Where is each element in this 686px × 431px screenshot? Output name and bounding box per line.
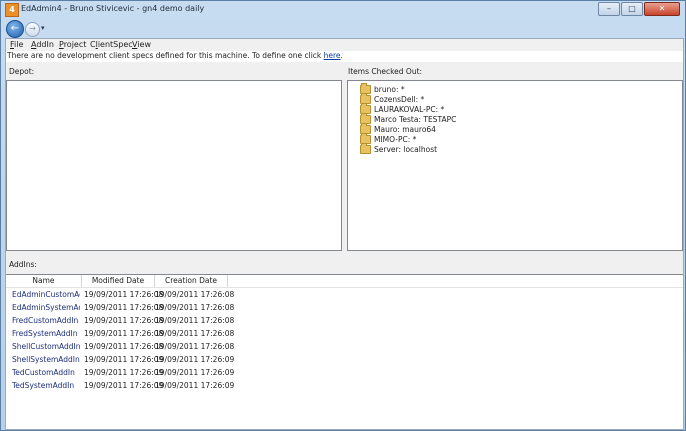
close-button[interactable]: ✕ (644, 2, 680, 16)
tree-item[interactable]: MIMO-PC: * (360, 132, 417, 144)
table-row[interactable]: EdAdminCustomAdd 19/09/2011 17:26:08 19/… (6, 290, 683, 301)
creation-date: 19/09/2011 17:26:08 (155, 303, 235, 312)
no-clientspec-notice: There are no development client specs de… (6, 51, 683, 62)
tree-item-label: bruno: * (374, 84, 405, 94)
table-row[interactable]: TedSystemAddIn 19/09/2011 17:26:09 19/09… (6, 381, 683, 392)
menu-project[interactable]: Project (59, 40, 86, 49)
column-header-created[interactable]: Creation Date (155, 276, 227, 285)
addin-name: EdAdminSystemAdd (12, 303, 80, 312)
addin-name: ShellCustomAddIn (12, 342, 80, 351)
tree-item-label: CozensDell: * (374, 94, 425, 104)
client-area: File AddIn Project ClientSpec View There… (5, 38, 684, 430)
menu-project-rest: roject (63, 40, 87, 49)
modified-date: 19/09/2011 17:26:09 (84, 368, 164, 377)
depot-tree[interactable] (6, 80, 342, 251)
back-arrow-icon[interactable]: ← (6, 20, 24, 38)
addin-name: EdAdminCustomAdd (12, 290, 80, 299)
caption-buttons: – □ ✕ (597, 2, 680, 16)
title-bar[interactable]: 4 EdAdmin4 - Bruno Stivicevic - gn4 demo… (1, 1, 685, 18)
checked-out-tree[interactable]: bruno: * CozensDell: * LAURAKOVAL-PC: * … (347, 80, 683, 251)
folder-icon (360, 142, 371, 154)
tree-item-label: Server: localhost (374, 144, 438, 154)
tree-item-label: Marco Testa: TESTAPC (374, 114, 457, 124)
addin-name: ShellSystemAddIn (12, 355, 80, 364)
tree-item[interactable]: Mauro: mauro64 (360, 122, 436, 134)
modified-date: 19/09/2011 17:26:09 (84, 355, 164, 364)
table-row[interactable]: EdAdminSystemAdd 19/09/2011 17:26:08 19/… (6, 303, 683, 314)
creation-date: 19/09/2011 17:26:09 (155, 381, 235, 390)
notice-text: There are no development client specs de… (7, 51, 324, 60)
menu-clientspec[interactable]: ClientSpec (90, 40, 133, 49)
addins-header-row: Name Modified Date Creation Date (6, 275, 683, 288)
window-title: EdAdmin4 - Bruno Stivicevic - gn4 demo d… (21, 4, 205, 13)
tree-item-label: Mauro: mauro64 (374, 124, 436, 134)
menu-file-rest: ile (14, 40, 24, 49)
creation-date: 19/09/2011 17:26:08 (155, 342, 235, 351)
menu-addin-rest: ddIn (36, 40, 54, 49)
tree-item[interactable]: Server: localhost (360, 142, 438, 154)
creation-date: 19/09/2011 17:26:08 (155, 316, 235, 325)
menu-file[interactable]: File (10, 40, 23, 49)
table-row[interactable]: FredCustomAddIn 19/09/2011 17:26:08 19/0… (6, 316, 683, 327)
modified-date: 19/09/2011 17:26:08 (84, 342, 164, 351)
column-header-name[interactable]: Name (6, 276, 81, 285)
navigation-bar: ← → ▾ (6, 20, 76, 38)
creation-date: 19/09/2011 17:26:09 (155, 368, 235, 377)
menu-view-rest: iew (137, 40, 151, 49)
modified-date: 19/09/2011 17:26:08 (84, 303, 164, 312)
addins-label: AddIns: (9, 260, 37, 269)
tree-item[interactable]: CozensDell: * (360, 92, 425, 104)
table-row[interactable]: ShellCustomAddIn 19/09/2011 17:26:08 19/… (6, 342, 683, 353)
maximize-button[interactable]: □ (621, 2, 643, 16)
addins-list: Name Modified Date Creation Date EdAdmin… (6, 274, 683, 429)
addin-name: FredCustomAddIn (12, 316, 79, 325)
modified-date: 19/09/2011 17:26:08 (84, 329, 164, 338)
menu-bar: File AddIn Project ClientSpec View (6, 39, 683, 51)
modified-date: 19/09/2011 17:26:09 (84, 381, 164, 390)
menu-addin[interactable]: AddIn (31, 40, 54, 49)
checked-out-label: Items Checked Out: (348, 67, 423, 76)
addin-name: FredSystemAddIn (12, 329, 78, 338)
addin-name: TedSystemAddIn (12, 381, 75, 390)
main-window: 4 EdAdmin4 - Bruno Stivicevic - gn4 demo… (0, 0, 686, 431)
column-divider[interactable] (227, 275, 228, 287)
table-row[interactable]: ShellSystemAddIn 19/09/2011 17:26:09 19/… (6, 355, 683, 366)
depot-label: Depot: (9, 67, 35, 76)
history-dropdown-icon[interactable]: ▾ (41, 24, 45, 32)
table-row[interactable]: TedCustomAddIn 19/09/2011 17:26:09 19/09… (6, 368, 683, 379)
table-row[interactable]: FredSystemAddIn 19/09/2011 17:26:08 19/0… (6, 329, 683, 340)
forward-arrow-icon[interactable]: → (25, 22, 40, 37)
addin-name: TedCustomAddIn (12, 368, 75, 377)
tree-item[interactable]: LAURAKOVAL-PC: * (360, 102, 445, 114)
tree-item[interactable]: Marco Testa: TESTAPC (360, 112, 457, 124)
define-clientspec-link[interactable]: here (324, 51, 341, 60)
modified-date: 19/09/2011 17:26:08 (84, 290, 164, 299)
notice-tail: . (340, 51, 343, 60)
minimize-button[interactable]: – (598, 2, 620, 16)
menu-clientspec-rest: ientSpec (97, 40, 133, 49)
creation-date: 19/09/2011 17:26:08 (155, 329, 235, 338)
column-header-modified[interactable]: Modified Date (82, 276, 154, 285)
creation-date: 19/09/2011 17:26:08 (155, 290, 235, 299)
modified-date: 19/09/2011 17:26:08 (84, 316, 164, 325)
tree-item-label: MIMO-PC: * (374, 134, 417, 144)
menu-view[interactable]: View (132, 40, 151, 49)
app-icon[interactable]: 4 (5, 3, 19, 17)
tree-item-label: LAURAKOVAL-PC: * (374, 104, 445, 114)
creation-date: 19/09/2011 17:26:09 (155, 355, 235, 364)
